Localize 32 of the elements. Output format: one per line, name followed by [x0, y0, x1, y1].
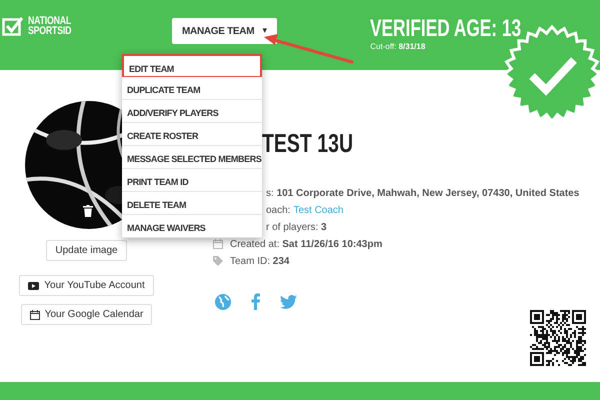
trash-icon[interactable]: [83, 205, 93, 217]
menu-item[interactable]: ADD/VERIFY PLAYERS: [122, 100, 262, 123]
checkbox-logo-icon: [2, 16, 24, 36]
cutoff-date: Cut-off: 8/31/18: [370, 42, 426, 52]
account-button[interactable]: Your YouTube Account: [19, 275, 154, 296]
menu-item[interactable]: PRINT TEAM ID: [122, 169, 262, 192]
facebook-icon[interactable]: [251, 293, 260, 310]
menu-item[interactable]: MANAGE WAIVERS: [122, 215, 262, 238]
menu-item[interactable]: CREATE ROSTER: [122, 123, 262, 146]
twitter-icon[interactable]: [280, 294, 297, 308]
calendar-icon: [213, 239, 223, 249]
menu-item[interactable]: EDIT TEAM: [122, 54, 262, 77]
detail-text: Team ID: 234: [230, 254, 290, 268]
detail-text: Created at: Sat 11/26/16 10:43pm: [230, 238, 382, 252]
logo-text: SPORTSID: [28, 26, 72, 36]
menu-item[interactable]: MESSAGE SELECTED MEMBERS: [122, 146, 262, 169]
calendar-icon: [30, 310, 40, 320]
qr-code: [530, 310, 586, 366]
manage-team-button[interactable]: MANAGE TEAM ▾: [172, 18, 278, 44]
team-name: TEST 13U: [262, 128, 354, 158]
menu-item[interactable]: DELETE TEAM: [122, 192, 262, 215]
detail-text: oach:: [266, 204, 290, 218]
detail-text: r of players: 3: [266, 220, 327, 234]
tag-icon: [213, 256, 223, 266]
update-image-button[interactable]: Update image: [46, 240, 127, 261]
menu-item[interactable]: DUPLICATE TEAM: [122, 77, 262, 100]
video-icon: [28, 282, 40, 290]
detail-text: s: 101 Corporate Drive, Mahwah, New Jersey, 07430, United States: [266, 186, 580, 200]
logo-text: NATIONAL: [28, 16, 72, 26]
verified-age-heading: VERIFIED AGE: 13: [370, 16, 522, 42]
globe-icon[interactable]: [215, 294, 231, 310]
account-button[interactable]: Your Google Calendar: [20, 304, 152, 325]
